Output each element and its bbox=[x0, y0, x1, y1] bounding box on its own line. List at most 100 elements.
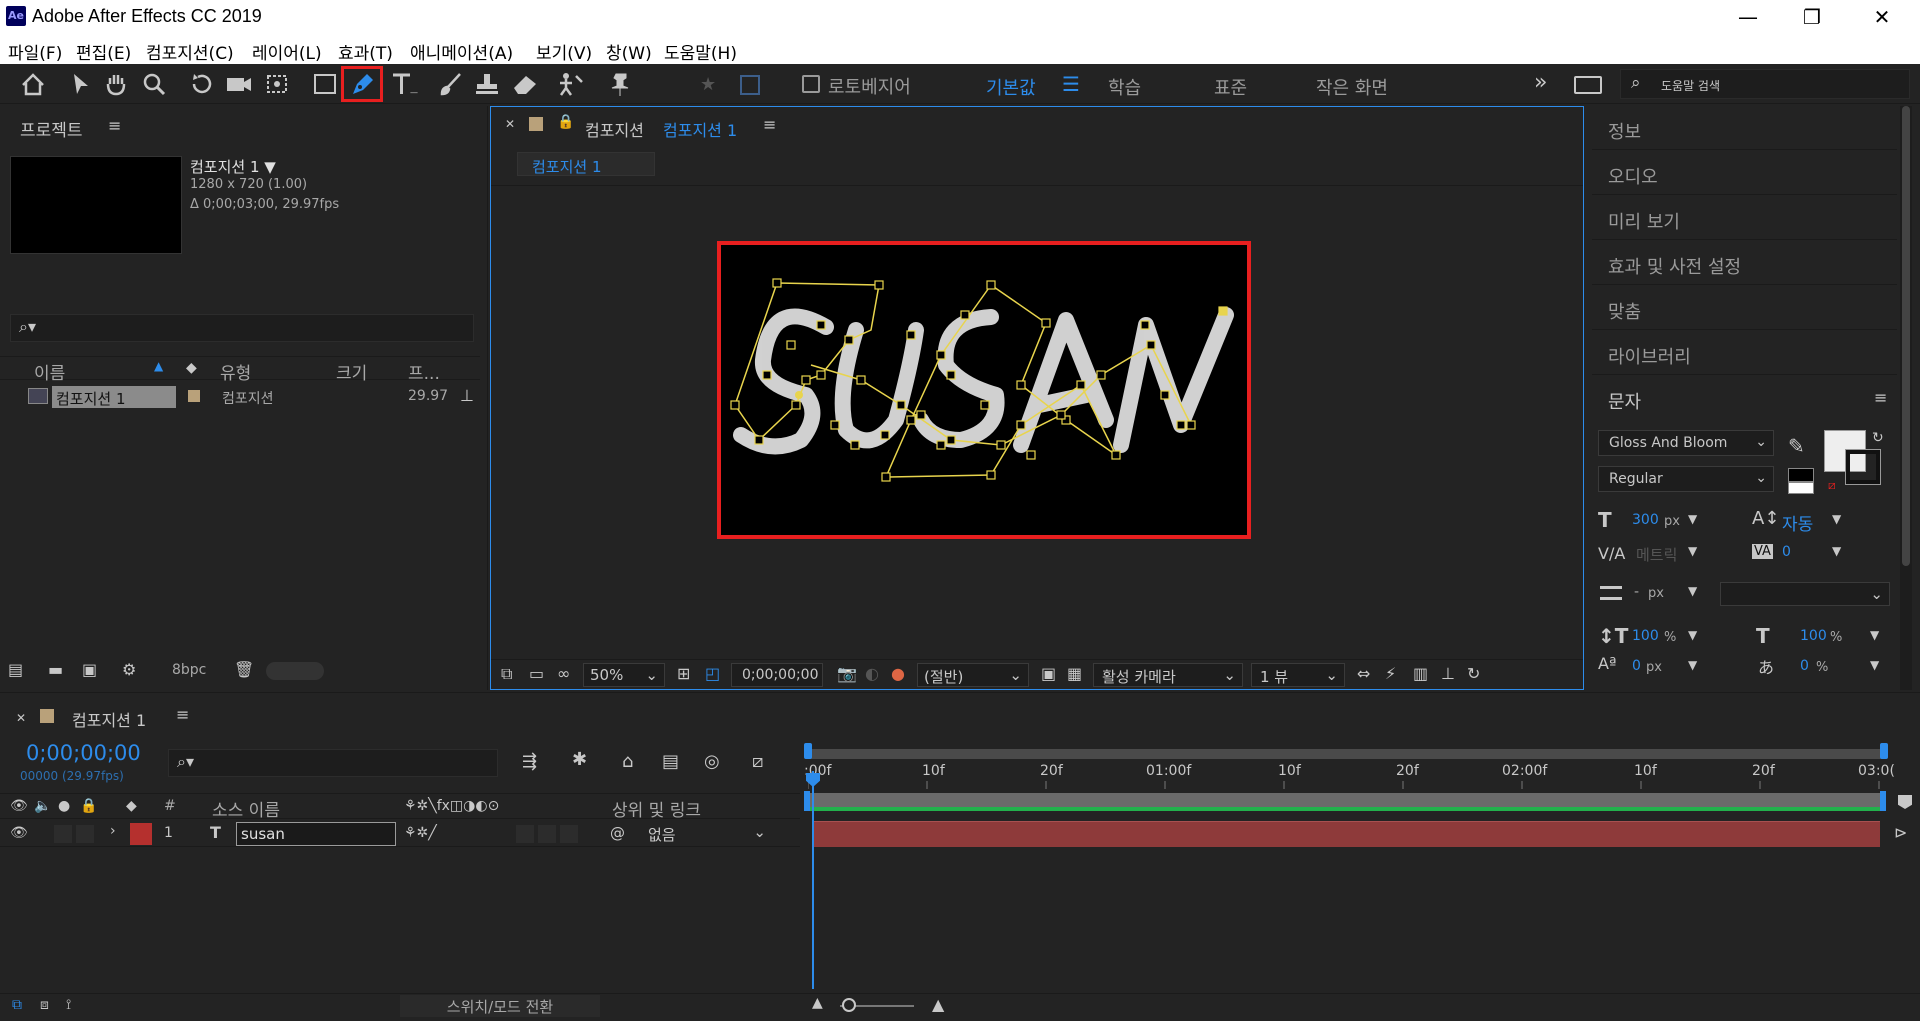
comp-tab-prefix[interactable]: 컴포지션 bbox=[585, 117, 644, 141]
no-fill-icon[interactable]: ⧄ bbox=[1828, 478, 1836, 493]
snapshot-icon[interactable]: 📷 bbox=[837, 664, 857, 683]
comp-marker-bin-icon[interactable] bbox=[1898, 795, 1912, 809]
comp-flowchart-icon[interactable]: ⊥ bbox=[1441, 664, 1455, 683]
workspace-overflow-icon[interactable]: » bbox=[1534, 70, 1547, 95]
layer-switch-toggle[interactable] bbox=[560, 825, 578, 843]
layer-switch-toggle[interactable] bbox=[538, 825, 556, 843]
clone-stamp-icon[interactable] bbox=[472, 70, 502, 98]
timeline-timecode[interactable]: 0;00;00;00 bbox=[26, 741, 141, 765]
reset-exposure-icon[interactable]: ↻ bbox=[1467, 664, 1480, 683]
vr-icon[interactable]: ∞ bbox=[557, 664, 570, 683]
black-swatch[interactable] bbox=[1788, 468, 1814, 482]
frame-blending-icon[interactable]: ▤ bbox=[662, 751, 679, 772]
zoom-dropdown[interactable]: 50% ⌄ bbox=[583, 663, 665, 687]
interpret-footage-icon[interactable]: ▤ bbox=[8, 660, 23, 679]
maximize-button[interactable]: ❐ bbox=[1782, 0, 1842, 34]
layer-label-color[interactable] bbox=[130, 823, 152, 845]
zoom-out-icon[interactable]: ▲ bbox=[812, 995, 823, 1011]
project-item-name[interactable]: 컴포지션 1 bbox=[52, 386, 176, 408]
toggle-pixel-aspect-icon[interactable]: ⇔ bbox=[1357, 664, 1370, 683]
preview-panel-tab[interactable]: 미리 보기 bbox=[1592, 196, 1897, 240]
audio-panel-tab[interactable]: 오디오 bbox=[1592, 151, 1897, 195]
expand-chevron-icon[interactable]: › bbox=[110, 823, 116, 839]
close-icon[interactable]: ✕ bbox=[505, 117, 515, 131]
navigator-end-handle[interactable] bbox=[1880, 743, 1888, 759]
column-source-name[interactable]: 소스 이름 bbox=[212, 796, 280, 821]
snap-icon[interactable] bbox=[740, 75, 760, 95]
menu-animation[interactable]: 애니메이션(A) bbox=[410, 39, 513, 64]
chevron-down-icon[interactable]: ▼ bbox=[1688, 512, 1697, 526]
channel-icon[interactable]: ● bbox=[891, 664, 905, 683]
layer-marker-icon[interactable]: ⊳ bbox=[1894, 823, 1907, 842]
audio-toggle[interactable] bbox=[54, 825, 72, 843]
leading-value[interactable]: 자동 bbox=[1782, 510, 1813, 535]
workspace-standard[interactable]: 표준 bbox=[1214, 74, 1247, 100]
font-size-value[interactable]: 300 bbox=[1632, 512, 1659, 528]
timeline-search-input[interactable]: ⌕▾ bbox=[168, 749, 498, 777]
project-settings-icon[interactable]: ⚙ bbox=[122, 660, 136, 679]
transparency-grid-icon[interactable]: ▦ bbox=[1067, 664, 1082, 683]
zoom-in-icon[interactable]: ▲ bbox=[932, 995, 944, 1014]
toggle-switches-modes-button[interactable]: 스위치/모드 전환 bbox=[400, 995, 600, 1017]
expand-transfer-controls-icon[interactable]: ⟟ bbox=[66, 997, 71, 1013]
stroke-style-dropdown[interactable]: ⌄ bbox=[1720, 582, 1890, 606]
menu-file[interactable]: 파일(F) bbox=[8, 39, 62, 64]
layer-switches[interactable]: ⚘✲╱ bbox=[404, 825, 437, 841]
workspace-learn[interactable]: 학습 bbox=[1108, 74, 1141, 100]
vertical-scale-value[interactable]: 100 bbox=[1632, 628, 1659, 644]
layer-switch-toggle[interactable] bbox=[516, 825, 534, 843]
lock-icon[interactable]: 🔒 bbox=[557, 114, 574, 130]
column-name[interactable]: 이름 bbox=[34, 359, 65, 384]
comp-mini-flowchart-icon[interactable]: ⇶ bbox=[522, 751, 537, 772]
eye-icon[interactable]: 👁 bbox=[10, 798, 28, 814]
current-time-field[interactable]: 0;00;00;00 bbox=[731, 663, 823, 687]
camera-dropdown[interactable]: 활성 카메라 ⌄ bbox=[1093, 663, 1243, 687]
column-type[interactable]: 유형 bbox=[220, 359, 251, 384]
home-icon[interactable] bbox=[18, 70, 48, 98]
align-panel-tab[interactable]: 맞춤 bbox=[1592, 286, 1897, 330]
column-size[interactable]: 크기 bbox=[336, 359, 367, 384]
chevron-down-icon[interactable]: ▼ bbox=[1688, 584, 1697, 598]
brush-icon[interactable] bbox=[436, 70, 466, 98]
menu-window[interactable]: 창(W) bbox=[606, 39, 652, 64]
minimize-button[interactable]: — bbox=[1718, 0, 1778, 34]
panel-menu-icon[interactable]: ≡ bbox=[108, 116, 121, 135]
show-snapshot-icon[interactable]: ◐ bbox=[865, 664, 879, 683]
column-parent-link[interactable]: 상위 및 링크 bbox=[612, 796, 701, 821]
monitor-icon[interactable]: ▭ bbox=[529, 664, 544, 683]
character-panel-title[interactable]: 문자 bbox=[1608, 388, 1641, 414]
pick-whip-icon[interactable]: @ bbox=[610, 824, 625, 842]
menu-composition[interactable]: 컴포지션(C) bbox=[146, 39, 234, 64]
roto-brush-icon[interactable] bbox=[556, 70, 586, 98]
effects-presets-panel-tab[interactable]: 효과 및 사전 설정 bbox=[1592, 241, 1897, 285]
menu-help[interactable]: 도움말(H) bbox=[664, 39, 737, 64]
comp-info-name[interactable]: 컴포지션 1 ▼ bbox=[190, 156, 276, 177]
work-area-end[interactable] bbox=[1880, 791, 1886, 811]
playhead-line[interactable] bbox=[812, 771, 814, 989]
mask-visibility-icon[interactable]: ◰ bbox=[705, 664, 720, 683]
type-icon[interactable]: — bbox=[388, 70, 418, 98]
rectangle-icon[interactable] bbox=[310, 70, 340, 98]
chevron-down-icon[interactable]: ▼ bbox=[1870, 658, 1879, 672]
help-search-box[interactable]: ⌕ 도움말 검색 bbox=[1620, 69, 1910, 99]
menu-edit[interactable]: 편집(E) bbox=[76, 39, 131, 64]
layer-name-input[interactable]: susan bbox=[236, 822, 396, 846]
hand-icon[interactable] bbox=[102, 70, 132, 98]
label-color-swatch[interactable] bbox=[188, 390, 200, 402]
eyedropper-icon[interactable]: ✎ bbox=[1788, 434, 1805, 458]
workspace-menu-icon[interactable]: ☰ bbox=[1062, 72, 1080, 96]
project-panel-title[interactable]: 프로젝트 bbox=[20, 116, 83, 141]
pan-behind-icon[interactable] bbox=[262, 70, 292, 98]
fast-previews-icon[interactable]: ⚡ bbox=[1385, 664, 1396, 683]
resolution-dropdown[interactable]: (절반) ⌄ bbox=[917, 663, 1029, 687]
puppet-pin-icon[interactable] bbox=[604, 70, 634, 98]
workspace-default[interactable]: 기본값 bbox=[986, 74, 1036, 100]
workspace-small-screen[interactable]: 작은 화면 bbox=[1316, 74, 1388, 100]
expand-layer-switches-icon[interactable]: ⧈ bbox=[40, 997, 49, 1013]
render-time-icon[interactable]: ⧉ bbox=[12, 997, 22, 1013]
motion-blur-icon[interactable]: ◎ bbox=[704, 751, 720, 772]
chevron-down-icon[interactable]: ▼ bbox=[1688, 628, 1697, 642]
close-icon[interactable]: ✕ bbox=[16, 711, 26, 725]
label-tag-icon[interactable]: ◆ bbox=[186, 360, 197, 376]
time-navigator[interactable] bbox=[806, 749, 1886, 759]
